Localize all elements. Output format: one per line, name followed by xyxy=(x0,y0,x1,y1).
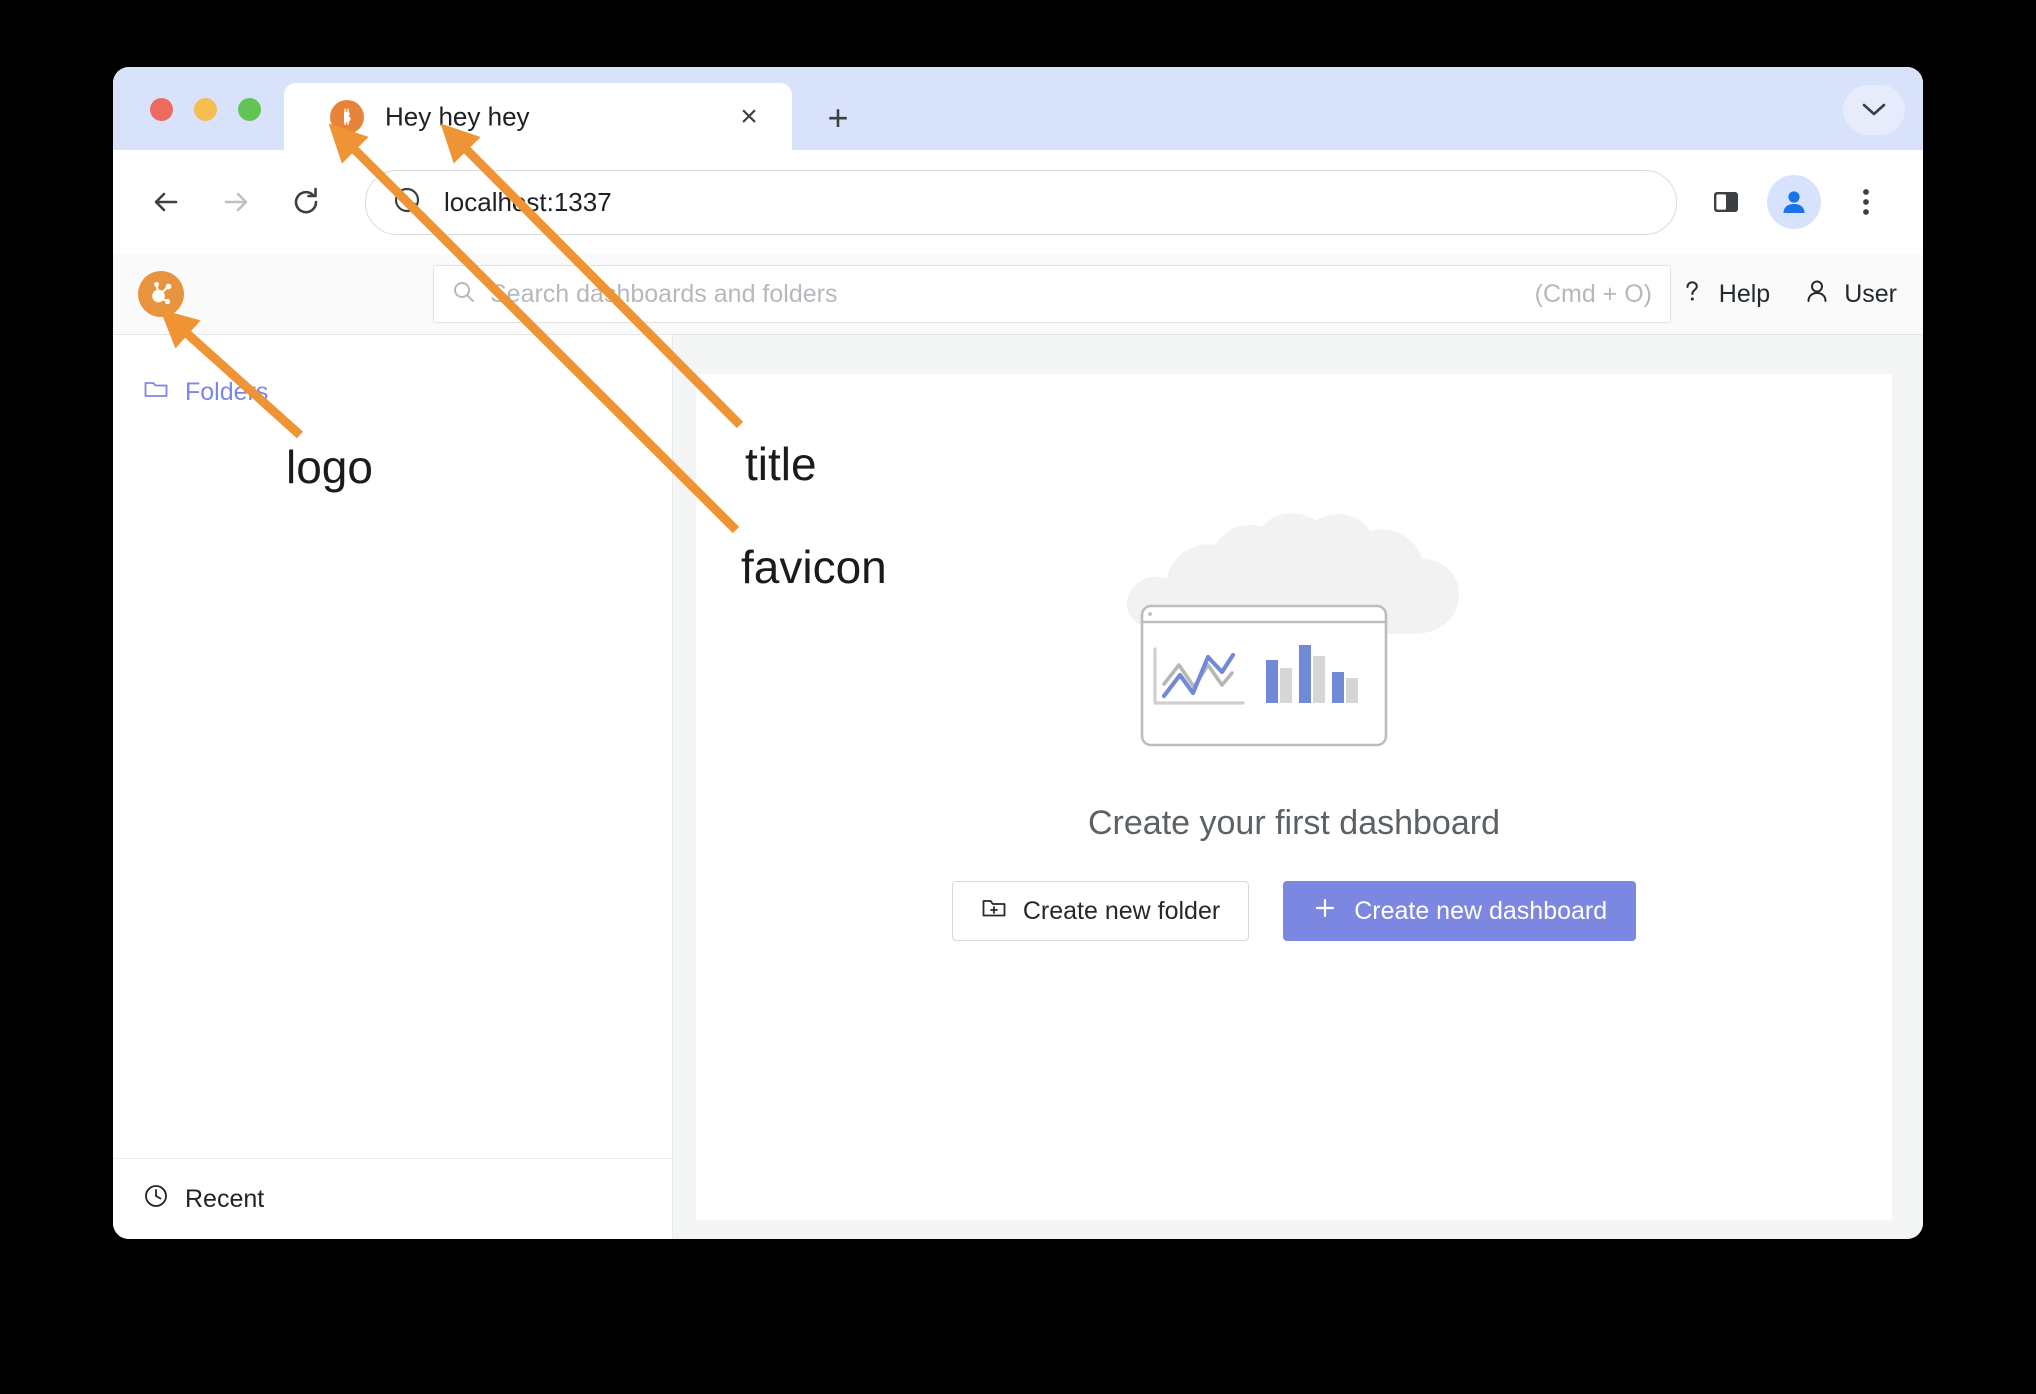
sidebar-folders-label: Folders xyxy=(185,377,269,406)
browser-window: Hey hey hey × + localhost:1337 Search da… xyxy=(113,67,1923,1239)
user-icon xyxy=(1804,278,1830,311)
plus-icon xyxy=(1312,895,1338,928)
app-body: Folders Recent Create your first dashboa… xyxy=(113,335,1923,1239)
empty-state-title: Create your first dashboard xyxy=(1088,804,1500,842)
app-header: Search dashboards and folders (Cmd + O) … xyxy=(113,254,1923,335)
user-menu-button[interactable]: User xyxy=(1804,278,1897,311)
folder-icon xyxy=(143,376,169,409)
help-label: Help xyxy=(1718,279,1771,308)
empty-state-actions: Create new folder Create new dashboard xyxy=(951,881,1637,941)
browser-tab-title: Hey hey hey xyxy=(385,101,530,131)
side-panel-icon[interactable] xyxy=(1699,175,1753,229)
close-tab-button[interactable]: × xyxy=(732,100,766,134)
close-window-button[interactable] xyxy=(150,98,173,121)
browser-toolbar: localhost:1337 xyxy=(113,150,1923,254)
search-shortcut-hint: (Cmd + O) xyxy=(1534,279,1652,308)
sidebar-recent-label: Recent xyxy=(185,1184,265,1213)
annotation-label-logo: logo xyxy=(286,441,373,493)
annotation-label-title: title xyxy=(745,438,817,490)
sidebar-item-folders[interactable]: Folders xyxy=(113,363,672,421)
arrow-left-icon[interactable] xyxy=(140,176,192,228)
reload-icon[interactable] xyxy=(280,176,332,228)
sidebar-item-recent[interactable]: Recent xyxy=(113,1170,672,1228)
create-new-dashboard-label: Create new dashboard xyxy=(1354,896,1608,925)
minimize-window-button[interactable] xyxy=(194,98,217,121)
help-button[interactable]: Help xyxy=(1679,278,1770,311)
sidebar-divider xyxy=(113,1158,672,1159)
sidebar: Folders Recent xyxy=(113,335,673,1239)
main-content-panel: Create your first dashboard Create new f… xyxy=(696,374,1892,1220)
create-new-folder-label: Create new folder xyxy=(1022,896,1221,925)
globe-icon xyxy=(392,185,422,220)
app-header-actions: Help User xyxy=(1679,254,1897,334)
three-dot-menu-icon[interactable] xyxy=(1839,175,1893,229)
search-placeholder: Search dashboards and folders xyxy=(490,279,838,308)
annotation-label-favicon: favicon xyxy=(741,541,887,593)
folder-plus-icon xyxy=(981,895,1007,928)
chevron-down-icon[interactable] xyxy=(1843,85,1905,135)
sidebar-bottom: Recent xyxy=(113,1170,672,1228)
question-mark-icon xyxy=(1679,278,1705,311)
arrow-right-icon[interactable] xyxy=(210,176,262,228)
grafana-app: Search dashboards and folders (Cmd + O) … xyxy=(113,254,1923,1239)
browser-tab[interactable]: Hey hey hey × xyxy=(284,83,792,150)
grafana-logo-icon[interactable] xyxy=(138,271,184,317)
search-icon xyxy=(452,280,476,309)
create-new-folder-button[interactable]: Create new folder xyxy=(951,881,1250,941)
browser-tab-strip: Hey hey hey × + xyxy=(113,67,1923,150)
profile-avatar-icon[interactable] xyxy=(1767,175,1821,229)
bitcoin-b-icon xyxy=(330,99,364,134)
search-input[interactable]: Search dashboards and folders (Cmd + O) xyxy=(433,265,1671,323)
address-bar-url: localhost:1337 xyxy=(444,186,612,217)
window-traffic-lights xyxy=(150,98,261,121)
dashboard-cloud-illustration xyxy=(1084,509,1504,764)
address-bar[interactable]: localhost:1337 xyxy=(365,169,1677,235)
maximize-window-button[interactable] xyxy=(238,98,261,121)
new-tab-button[interactable]: + xyxy=(817,97,859,139)
screenshot-root: Hey hey hey × + localhost:1337 Search da… xyxy=(0,0,2036,1394)
clock-icon xyxy=(143,1183,169,1216)
create-new-dashboard-button[interactable]: Create new dashboard xyxy=(1283,881,1637,941)
user-label: User xyxy=(1844,279,1897,308)
